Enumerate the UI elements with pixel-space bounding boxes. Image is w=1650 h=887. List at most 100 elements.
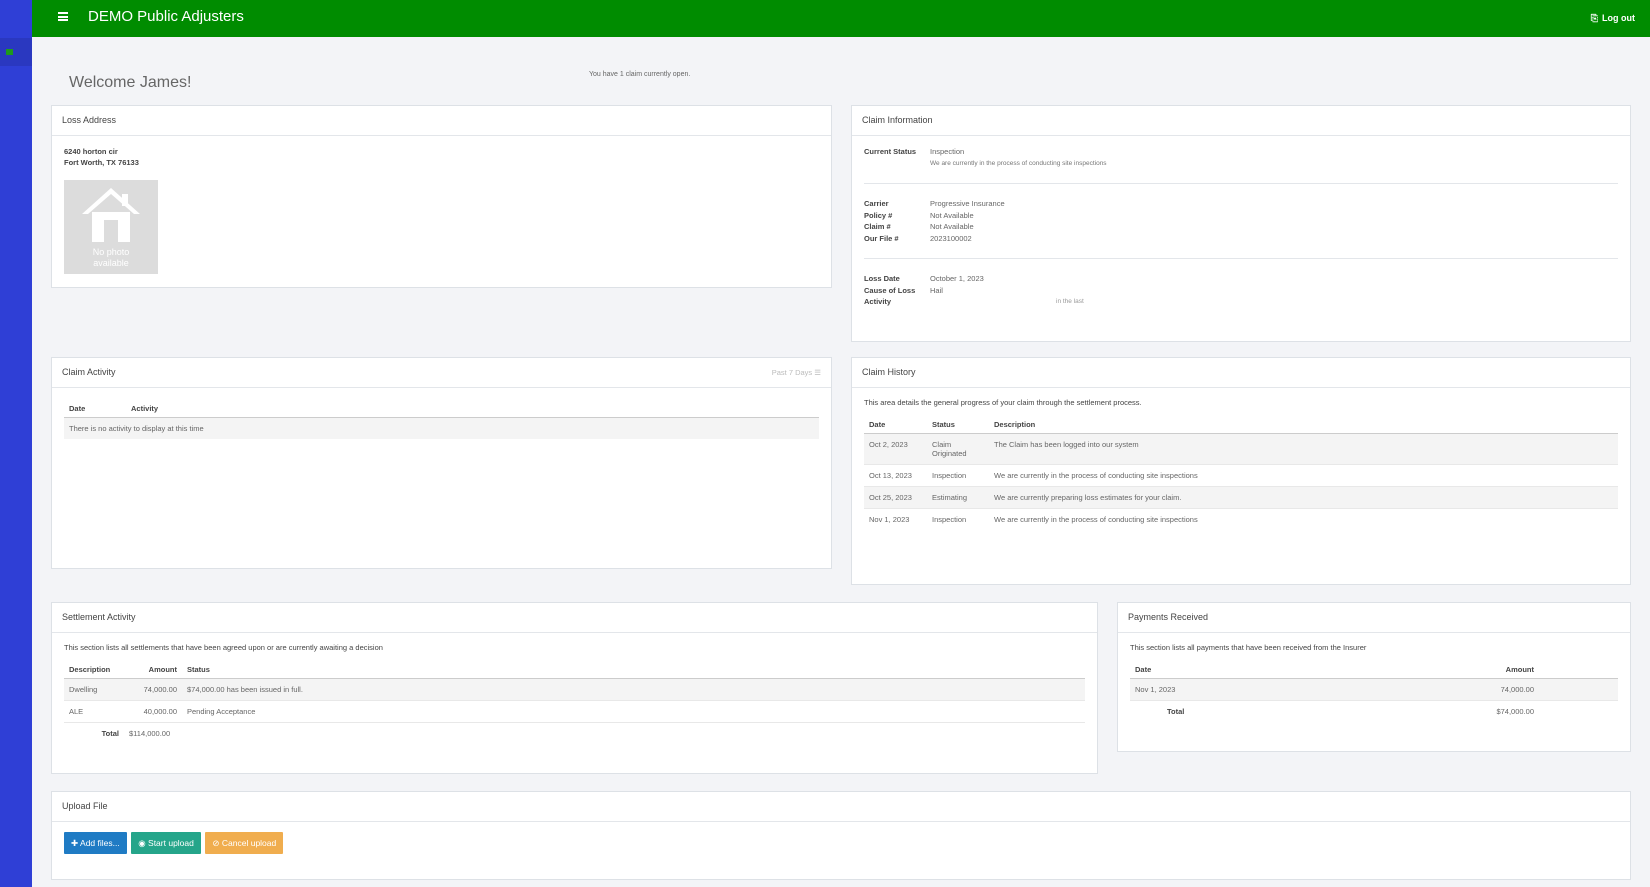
photo-text-line-1: No photo xyxy=(92,247,130,257)
add-files-label: Add files... xyxy=(80,838,120,848)
column-header: Status xyxy=(182,659,1085,679)
date-range-label: Past 7 Days xyxy=(771,368,813,377)
settlement-activity-panel: Settlement Activity This section lists a… xyxy=(51,602,1098,774)
property-photo-placeholder: No photo available xyxy=(64,180,158,274)
claim-activity-title-text: Claim Activity xyxy=(62,367,116,377)
history-date: Oct 25, 2023 xyxy=(864,486,927,509)
history-date: Oct 13, 2023 xyxy=(864,464,927,487)
settlement-amount-cell: 40,000.00 xyxy=(124,700,182,723)
loss-address-panel: Loss Address 6240 horton cir Fort Worth,… xyxy=(51,105,832,288)
file-number-value: 2023100002 xyxy=(930,233,972,243)
loss-address-title: Loss Address xyxy=(52,106,831,136)
settlement-status-cell: $74,000.00 has been issued in full. xyxy=(182,678,1085,701)
history-status: Inspection xyxy=(927,464,989,487)
history-date: Oct 2, 2023 xyxy=(864,433,927,465)
payments-total-value: $74,000.00 xyxy=(1285,700,1618,722)
claim-activity-title: Claim Activity Past 7 Days ☰ xyxy=(52,358,831,388)
history-description: We are currently in the process of condu… xyxy=(989,464,1618,487)
settlement-total-value: $114,000.00 xyxy=(124,722,1085,744)
claim-number-value: Not Available xyxy=(930,222,974,231)
settlement-description: This section lists all settlements that … xyxy=(64,643,383,652)
claim-history-panel: Claim History This area details the gene… xyxy=(851,357,1631,585)
table-row: Oct 25, 2023 Estimating We are currently… xyxy=(864,486,1618,509)
history-status: Inspection xyxy=(927,508,989,530)
claim-activity-panel: Claim Activity Past 7 Days ☰ Date Activi… xyxy=(51,357,832,569)
history-date: Nov 1, 2023 xyxy=(864,508,927,530)
settlement-total-label: Total xyxy=(64,722,124,744)
payments-description: This section lists all payments that hav… xyxy=(1130,643,1367,652)
address-line-2: Fort Worth, TX 76133 xyxy=(64,158,139,167)
table-row: Dwelling 74,000.00 $74,000.00 has been i… xyxy=(64,678,1085,701)
payments-total-label: Total xyxy=(1130,700,1286,722)
list-icon: ☰ xyxy=(814,368,821,377)
history-description: We are currently preparing loss estimate… xyxy=(989,486,1618,509)
file-number-label: Our File # xyxy=(864,233,899,243)
table-row: Oct 2, 2023 Claim Originated The Claim h… xyxy=(864,433,1618,465)
claim-history-description: This area details the general progress o… xyxy=(864,398,1142,407)
column-header: Activity xyxy=(126,398,819,418)
current-status-note: We are currently in the process of condu… xyxy=(930,159,1107,167)
column-header: Date xyxy=(64,398,126,418)
logout-label: Log out xyxy=(1602,13,1635,23)
app-title: DEMO Public Adjusters xyxy=(88,8,244,25)
cancel-upload-button[interactable]: ⊘ Cancel upload xyxy=(205,832,284,854)
history-description: We are currently in the process of condu… xyxy=(989,508,1618,530)
column-header: Description xyxy=(989,414,1618,434)
settlement-description-cell: ALE xyxy=(64,700,124,723)
claim-number-label: Claim # xyxy=(864,222,891,231)
sidebar-item-dashboard[interactable] xyxy=(0,38,32,66)
sign-out-icon: ⎘ xyxy=(1590,13,1598,23)
settlement-status-cell: Pending Acceptance xyxy=(182,700,1085,723)
payments-received-title: Payments Received xyxy=(1118,603,1630,633)
payments-table: Date Amount Nov 1, 2023 74,000.00 Total … xyxy=(1130,659,1618,722)
loss-date-value: October 1, 2023 xyxy=(930,274,984,283)
history-status: Estimating xyxy=(927,486,989,509)
activity-label: Activity xyxy=(864,297,892,306)
ban-icon: ⊘ xyxy=(212,838,220,848)
claim-activity-table: Date Activity There is no activity to di… xyxy=(64,398,819,439)
activity-value: in the last xyxy=(1056,298,1084,305)
settlement-description-cell: Dwelling xyxy=(64,678,124,701)
carrier-value: Progressive Insurance xyxy=(930,199,1005,208)
column-header: Date xyxy=(1130,659,1286,679)
start-upload-button[interactable]: ◉ Start upload xyxy=(131,832,201,854)
policy-value: Not Available xyxy=(930,210,974,220)
open-claims-note: You have 1 claim currently open. xyxy=(589,71,691,78)
divider xyxy=(864,183,1618,184)
current-status-value: Inspection xyxy=(930,147,965,156)
claim-history-table: Date Status Description Oct 2, 2023 Clai… xyxy=(864,414,1618,530)
payments-total-row: Total $74,000.00 xyxy=(1130,700,1618,722)
claim-history-title: Claim History xyxy=(852,358,1630,388)
dashboard-icon xyxy=(6,49,13,55)
current-status-label: Current Status xyxy=(864,147,917,156)
settlement-activity-title: Settlement Activity xyxy=(52,603,1097,633)
claim-information-title: Claim Information xyxy=(852,106,1630,136)
settlement-total-row: Total $114,000.00 xyxy=(64,722,1085,744)
empty-message: There is no activity to display at this … xyxy=(64,417,819,439)
cancel-upload-label: Cancel upload xyxy=(221,838,277,848)
column-header: Description xyxy=(64,659,124,679)
logout-button[interactable]: ⎘ Log out xyxy=(1591,13,1635,24)
table-row: Nov 1, 2023 74,000.00 xyxy=(1130,678,1618,701)
payment-date-cell: Nov 1, 2023 xyxy=(1130,678,1286,701)
photo-text-line-2: available xyxy=(93,258,129,268)
upload-circle-icon: ◉ xyxy=(138,838,146,848)
table-row: Oct 13, 2023 Inspection We are currently… xyxy=(864,464,1618,487)
date-range-filter[interactable]: Past 7 Days ☰ xyxy=(772,368,821,377)
column-header: Amount xyxy=(1285,659,1618,679)
upload-file-panel: Upload File ✚ Add files... ◉ Start uploa… xyxy=(51,791,1631,880)
divider xyxy=(864,258,1618,259)
history-status: Claim Originated xyxy=(927,433,989,465)
loss-date-label: Loss Date xyxy=(864,274,900,283)
top-navbar: DEMO Public Adjusters ⎘ Log out xyxy=(32,0,1650,37)
plus-icon: ✚ xyxy=(71,838,79,848)
start-upload-label: Start upload xyxy=(148,838,194,848)
payment-amount-cell: 74,000.00 xyxy=(1285,678,1618,701)
hamburger-menu-icon[interactable] xyxy=(58,12,68,21)
address-line-1: 6240 horton cir xyxy=(64,147,118,156)
settlement-amount-cell: 74,000.00 xyxy=(124,678,182,701)
settlement-table: Description Amount Status Dwelling 74,00… xyxy=(64,659,1085,744)
welcome-heading: Welcome James! xyxy=(69,74,192,91)
add-files-button[interactable]: ✚ Add files... xyxy=(64,832,127,854)
claim-information-panel: Claim Information Current Status Inspecti… xyxy=(851,105,1631,342)
